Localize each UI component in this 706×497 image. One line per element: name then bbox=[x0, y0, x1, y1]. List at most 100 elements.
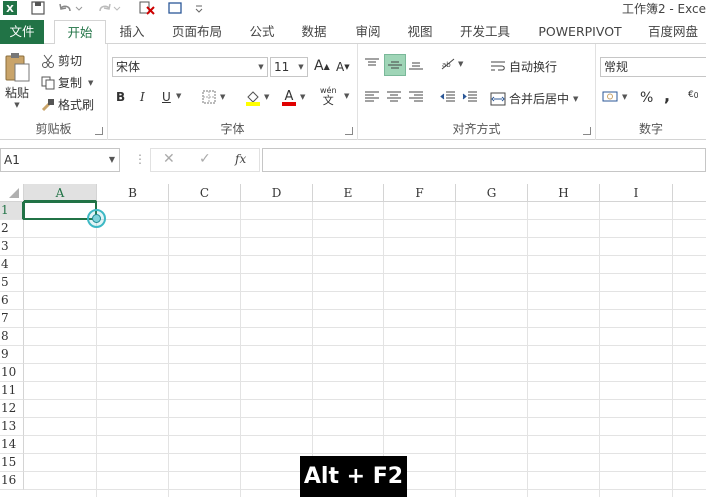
mouse-cursor-icon bbox=[92, 214, 101, 223]
paste-button[interactable]: 粘贴 ▼ bbox=[2, 52, 32, 116]
align-top-button[interactable] bbox=[364, 57, 380, 71]
row-header-5[interactable]: 5 bbox=[0, 274, 24, 292]
font-group-label: 字体 bbox=[220, 122, 245, 136]
customize-qat-icon[interactable] bbox=[192, 0, 206, 16]
row-header-1[interactable]: 1 bbox=[0, 202, 24, 220]
formula-input[interactable] bbox=[262, 148, 706, 172]
select-all-corner[interactable] bbox=[0, 184, 24, 202]
accounting-format-button[interactable]: ▼ bbox=[602, 89, 627, 105]
cut-label: 剪切 bbox=[58, 54, 83, 68]
align-left-button[interactable] bbox=[364, 90, 380, 104]
tab-home[interactable]: 开始 bbox=[54, 20, 106, 45]
row-header-16[interactable]: 16 bbox=[0, 472, 24, 490]
borders-button[interactable]: ▼ bbox=[202, 90, 225, 104]
increase-font-size-button[interactable]: A ▲ bbox=[314, 58, 330, 74]
keystroke-overlay: Alt + F2 bbox=[300, 456, 407, 497]
italic-button[interactable]: I bbox=[140, 90, 145, 104]
underline-button[interactable]: U bbox=[162, 90, 171, 104]
format-painter-button[interactable]: 格式刷 bbox=[40, 96, 94, 113]
insert-function-button[interactable]: fx bbox=[235, 152, 246, 166]
row-header-4[interactable]: 4 bbox=[0, 256, 24, 274]
name-box[interactable]: A1 ▼ bbox=[0, 148, 120, 172]
gridline bbox=[24, 237, 706, 238]
row-header-12[interactable]: 12 bbox=[0, 400, 24, 418]
align-top-icon bbox=[365, 58, 379, 66]
decrease-indent-button[interactable] bbox=[440, 90, 456, 104]
align-middle-button[interactable] bbox=[384, 54, 406, 76]
column-header-f[interactable]: F bbox=[384, 184, 456, 202]
chevron-down-icon[interactable]: ▼ bbox=[344, 92, 349, 100]
decrease-font-size-button[interactable]: A ▼ bbox=[336, 60, 350, 74]
font-launcher-icon[interactable] bbox=[345, 127, 353, 135]
align-center-button[interactable] bbox=[386, 90, 402, 104]
column-header-c[interactable]: C bbox=[169, 184, 241, 202]
undo-icon[interactable] bbox=[58, 0, 84, 16]
row-header-13[interactable]: 13 bbox=[0, 418, 24, 436]
row-header-6[interactable]: 6 bbox=[0, 292, 24, 310]
copy-label: 复制 bbox=[58, 76, 83, 90]
column-header-h[interactable]: H bbox=[528, 184, 600, 202]
row-header-11[interactable]: 11 bbox=[0, 382, 24, 400]
phonetic-guide-button[interactable]: wén 文 bbox=[320, 86, 337, 106]
alignment-launcher-icon[interactable] bbox=[583, 127, 591, 135]
row-header-7[interactable]: 7 bbox=[0, 310, 24, 328]
tab-insert[interactable]: 插入 bbox=[110, 20, 154, 44]
format-painter-label: 格式刷 bbox=[58, 98, 95, 112]
align-bottom-button[interactable] bbox=[408, 57, 424, 71]
tab-powerpivot[interactable]: POWERPIVOT bbox=[530, 20, 630, 44]
row-header-10[interactable]: 10 bbox=[0, 364, 24, 382]
row-header-14[interactable]: 14 bbox=[0, 436, 24, 454]
wrap-text-button[interactable]: 自动换行 bbox=[490, 58, 557, 75]
percent-button[interactable]: % bbox=[640, 90, 653, 106]
comma-style-button[interactable]: , bbox=[664, 86, 670, 105]
chevron-down-icon[interactable]: ▼ bbox=[176, 92, 181, 100]
row-header-8[interactable]: 8 bbox=[0, 328, 24, 346]
tab-formulas[interactable]: 公式 bbox=[240, 20, 284, 44]
orientation-button[interactable]: ab ▼ bbox=[440, 57, 463, 71]
number-format-dropdown[interactable]: 常规 bbox=[600, 57, 706, 77]
column-header-d[interactable]: D bbox=[241, 184, 313, 202]
delete-icon[interactable] bbox=[138, 0, 156, 16]
chevron-down-icon[interactable]: ▼ bbox=[88, 79, 93, 87]
more-options-icon[interactable]: ⋮ bbox=[134, 152, 146, 166]
tab-page-layout[interactable]: 页面布局 bbox=[164, 20, 230, 44]
svg-text:A: A bbox=[285, 89, 294, 104]
fill-color-button[interactable]: ▼ bbox=[244, 88, 269, 106]
cut-button[interactable]: 剪切 bbox=[40, 52, 82, 69]
font-color-button[interactable]: A ▼ bbox=[280, 88, 305, 106]
tab-file[interactable]: 文件 bbox=[0, 20, 44, 44]
copy-button[interactable]: 复制 ▼ bbox=[40, 74, 93, 91]
tab-baidu-netdisk[interactable]: 百度网盘 bbox=[640, 20, 706, 44]
tab-developer[interactable]: 开发工具 bbox=[452, 20, 518, 44]
chevron-down-icon: ▼ bbox=[573, 94, 579, 103]
row-header-9[interactable]: 9 bbox=[0, 346, 24, 364]
column-header-partial[interactable] bbox=[673, 184, 706, 202]
column-header-i[interactable]: I bbox=[600, 184, 673, 202]
redo-icon[interactable] bbox=[96, 0, 122, 16]
font-name-dropdown[interactable]: 宋体 ▼ bbox=[112, 57, 268, 77]
row-header-3[interactable]: 3 bbox=[0, 238, 24, 256]
screenshot-icon[interactable] bbox=[166, 0, 184, 16]
clipboard-launcher-icon[interactable] bbox=[95, 127, 103, 135]
cancel-icon[interactable]: ✕ bbox=[163, 151, 175, 167]
window-title: 工作簿2 - Exce bbox=[621, 2, 706, 16]
column-header-b[interactable]: B bbox=[97, 184, 169, 202]
row-header-15[interactable]: 15 bbox=[0, 454, 24, 472]
tab-review[interactable]: 审阅 bbox=[346, 20, 390, 44]
increase-indent-button[interactable] bbox=[462, 90, 478, 104]
column-header-a[interactable]: A bbox=[24, 184, 97, 202]
row-header-2[interactable]: 2 bbox=[0, 220, 24, 238]
bold-button[interactable]: B bbox=[116, 90, 125, 104]
font-size-dropdown[interactable]: 11 ▼ bbox=[270, 57, 308, 77]
enter-icon[interactable]: ✓ bbox=[199, 151, 211, 167]
column-header-g[interactable]: G bbox=[456, 184, 528, 202]
increase-decimal-button[interactable]: €0 bbox=[688, 90, 699, 100]
save-icon[interactable] bbox=[30, 0, 46, 16]
tab-data[interactable]: 数据 bbox=[292, 20, 336, 44]
tab-view[interactable]: 视图 bbox=[398, 20, 442, 44]
merge-center-button[interactable]: 合并后居中 ▼ bbox=[490, 90, 578, 107]
chevron-down-icon[interactable]: ▼ bbox=[109, 149, 115, 171]
column-header-e[interactable]: E bbox=[313, 184, 384, 202]
active-cell-a1[interactable] bbox=[23, 201, 97, 220]
align-right-button[interactable] bbox=[408, 90, 424, 104]
